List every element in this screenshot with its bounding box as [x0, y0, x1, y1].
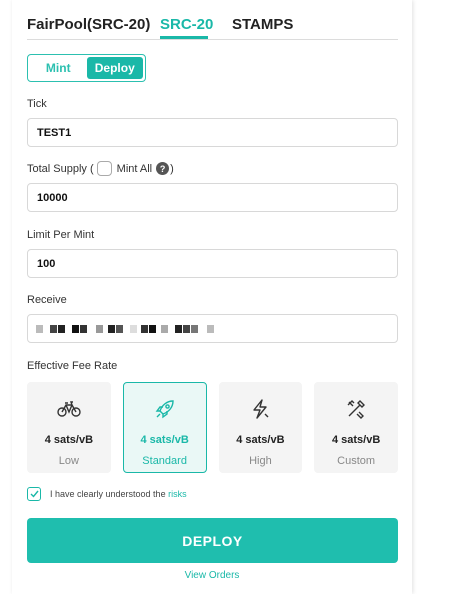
fee-option-low[interactable]: 4 sats/vB Low: [27, 382, 111, 473]
tab-src20[interactable]: SRC-20: [160, 16, 213, 33]
receive-label: Receive: [27, 294, 67, 306]
agreement-text: I have clearly understood the: [50, 489, 169, 499]
mint-all-label: Mint All: [116, 162, 153, 175]
deploy-button[interactable]: DEPLOY: [27, 518, 398, 563]
form-panel: [12, 0, 412, 594]
total-supply-label: Total Supply (: [27, 162, 94, 175]
total-supply-label-row: Total Supply ( Mint All ? ): [27, 161, 174, 176]
fee-rate-value: 4 sats/vB: [331, 434, 381, 446]
check-icon: [30, 490, 39, 498]
limit-per-mint-input[interactable]: 100: [27, 249, 398, 278]
fee-option-custom[interactable]: 4 sats/vB Custom: [314, 382, 398, 473]
fee-option-high[interactable]: 4 sats/vB High: [218, 382, 303, 473]
tick-label: Tick: [27, 98, 47, 110]
fee-rate-value: 4 sats/vB: [140, 434, 189, 446]
deploy-mode-button[interactable]: Deploy: [86, 57, 143, 79]
fee-option-standard[interactable]: 4 sats/vB Standard: [122, 382, 207, 473]
mint-all-checkbox[interactable]: [96, 161, 112, 176]
help-icon[interactable]: ?: [156, 162, 170, 175]
mode-toggle: Mint Deploy: [27, 54, 146, 82]
tools-icon: [345, 398, 367, 420]
total-supply-label-close: ): [170, 162, 174, 175]
total-supply-input[interactable]: 10000: [27, 183, 398, 212]
tick-input[interactable]: TEST1: [27, 118, 398, 147]
limit-per-mint-label: Limit Per Mint: [27, 229, 95, 241]
fee-rate-label: Effective Fee Rate: [27, 360, 118, 372]
view-orders-link[interactable]: View Orders: [0, 570, 424, 581]
flash-icon: [249, 398, 271, 420]
bicycle-icon: [57, 398, 81, 420]
rocket-icon: [154, 398, 176, 420]
fee-tier-name: Standard: [142, 455, 187, 467]
fee-tier-name: Custom: [337, 455, 376, 467]
fee-rate-value: 4 sats/vB: [236, 434, 285, 446]
fee-rate-value: 4 sats/vB: [44, 434, 94, 446]
fee-tier-name: Low: [58, 455, 79, 467]
risk-agreement: I have clearly understood the risks: [27, 487, 187, 501]
agreement-checkbox[interactable]: [27, 487, 41, 501]
tab-fairpool[interactable]: FairPool(SRC-20): [27, 16, 150, 33]
active-tab-indicator: [160, 36, 208, 39]
masked-address: [36, 325, 215, 333]
fee-tier-name: High: [249, 455, 272, 467]
risks-link[interactable]: risks: [168, 489, 187, 499]
tab-bar: FairPool(SRC-20) SRC-20 STAMPS: [27, 14, 398, 40]
tab-stamps[interactable]: STAMPS: [232, 16, 293, 33]
mint-mode-button[interactable]: Mint: [30, 57, 87, 79]
fee-options: 4 sats/vB Low 4 sats/vB Standard 4 sats/…: [27, 382, 398, 473]
